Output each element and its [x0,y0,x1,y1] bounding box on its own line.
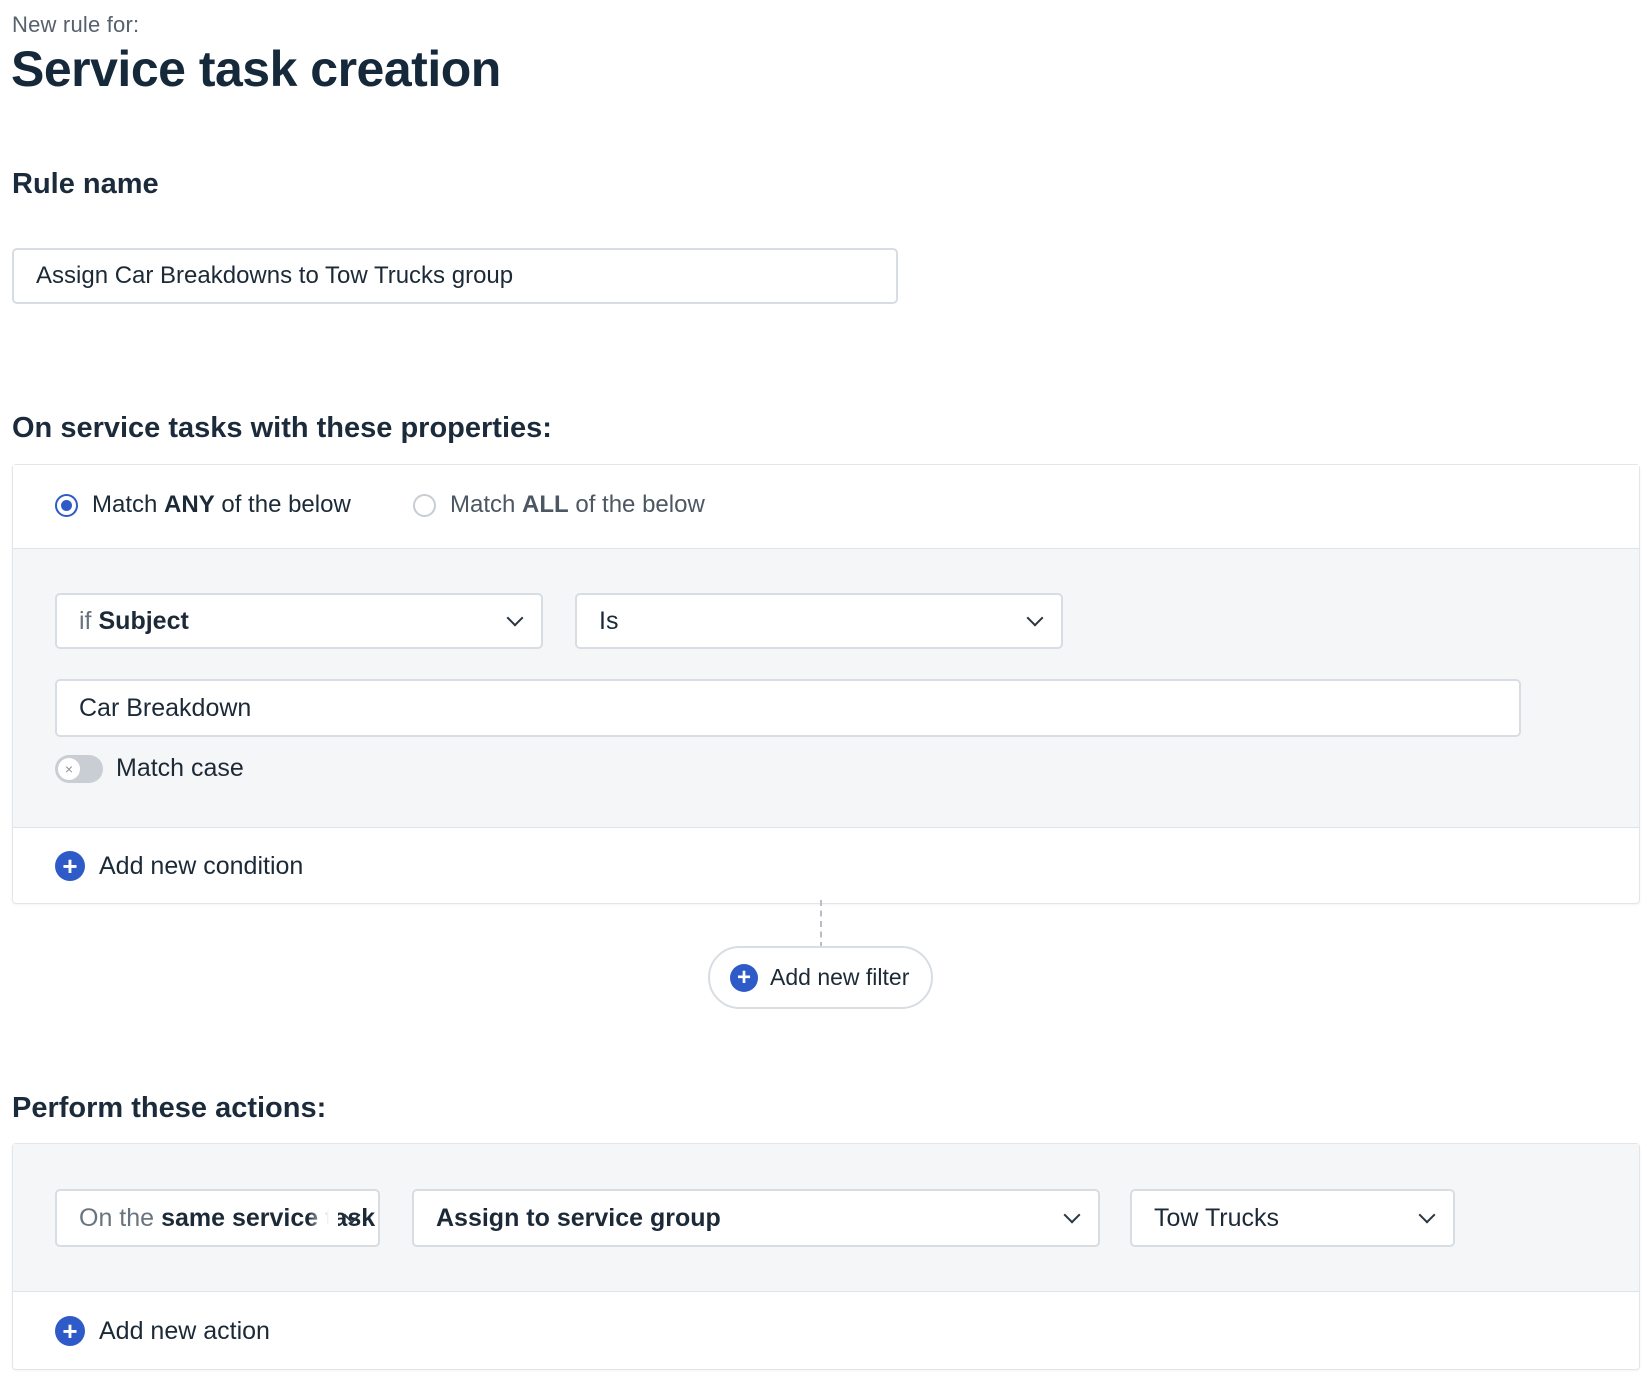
field-select-prefix: if [79,606,92,635]
plus-circle-icon: + [55,851,85,881]
group-select-value: Tow Trucks [1154,1203,1280,1232]
add-action-label: Add new action [99,1316,270,1345]
page-subtitle: New rule for: [12,12,140,37]
operator-select-value: Is [599,606,619,635]
match-case-toggle[interactable]: × [55,755,103,783]
condition-panel: if Subject Is Car Breakdown × Match case [13,549,1639,828]
action-select[interactable]: Assign to service group [412,1189,1100,1247]
filter-connector [820,900,822,948]
group-select[interactable]: Tow Trucks [1130,1189,1455,1247]
toggle-off-knob: × [58,758,80,780]
match-all-radio[interactable]: Match ALL of the below [413,491,705,519]
match-any-label: Match ANY of the below [92,491,351,518]
rule-name-value: Assign Car Breakdowns to Tow Trucks grou… [36,262,514,289]
condition-value-input[interactable]: Car Breakdown [55,679,1521,737]
match-mode-row: Match ANY of the below Match ALL of the … [13,465,1639,549]
chevron-down-icon [1063,1206,1081,1224]
action-panel: On the same service task Assign to servi… [13,1144,1639,1292]
field-select-value: Subject [98,606,189,635]
target-select-prefix: On the [79,1203,155,1232]
add-filter-label: Add new filter [770,964,910,990]
match-case-label: Match case [116,754,244,782]
text-fade [308,1191,338,1245]
radio-selected-icon [55,493,78,517]
field-select[interactable]: if Subject [55,593,543,649]
conditions-heading: On service tasks with these properties: [12,412,552,444]
actions-heading: Perform these actions: [12,1092,327,1124]
chevron-down-icon [1418,1206,1436,1224]
rule-name-input[interactable]: Assign Car Breakdowns to Tow Trucks grou… [12,248,898,304]
radio-unselected-icon [413,493,436,517]
actions-card: On the same service task Assign to servi… [12,1143,1640,1370]
match-any-radio[interactable]: Match ANY of the below [55,491,351,519]
add-action-button[interactable]: + Add new action [13,1292,1639,1370]
add-condition-label: Add new condition [99,851,304,880]
target-select[interactable]: On the same service task [55,1189,380,1247]
target-select-value: same service task [161,1203,376,1232]
plus-circle-icon: + [730,963,758,992]
plus-circle-icon: + [55,1316,85,1346]
add-condition-button[interactable]: + Add new condition [13,828,1639,904]
page-title: Service task creation [11,41,501,97]
match-all-label: Match ALL of the below [450,491,705,518]
chevron-down-icon [1026,609,1044,627]
add-filter-button[interactable]: + Add new filter [708,946,933,1009]
operator-select[interactable]: Is [575,593,1063,649]
condition-value: Car Breakdown [79,693,252,722]
conditions-card: Match ANY of the below Match ALL of the … [12,464,1640,904]
action-select-value: Assign to service group [436,1203,721,1232]
chevron-down-icon [506,609,524,627]
close-icon: × [64,761,74,777]
rule-name-heading: Rule name [12,168,159,200]
